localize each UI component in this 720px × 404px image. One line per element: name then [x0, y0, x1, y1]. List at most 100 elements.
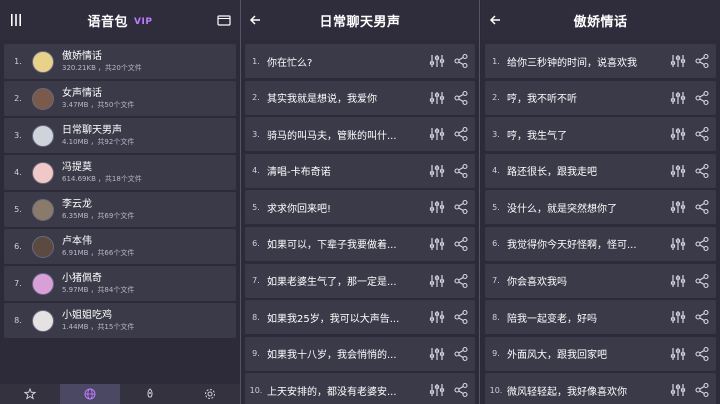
item-index: 3. — [14, 131, 22, 140]
phrase-actions — [429, 53, 469, 69]
equalizer-icon[interactable] — [429, 199, 445, 215]
equalizer-icon[interactable] — [670, 346, 686, 362]
phrase-text[interactable]: 微风轻轻起，我好像喜欢你 — [507, 383, 653, 398]
item-index: 5. — [14, 205, 22, 214]
item-info: 傲娇情话 320.21KB ，共20个文件 — [62, 50, 142, 73]
share-icon[interactable] — [694, 199, 710, 215]
equalizer-icon[interactable] — [670, 236, 686, 252]
share-icon[interactable] — [694, 346, 710, 362]
share-icon[interactable] — [453, 163, 469, 179]
item-meta: 1.44MB ，共15个文件 — [62, 322, 134, 332]
item-index: 7. — [14, 279, 22, 288]
item-meta: 6.35MB ，共69个文件 — [62, 211, 134, 221]
voice-pack-item[interactable]: 3. 日常聊天男声 4.10MB ，共92个文件 — [4, 118, 236, 153]
page-title: 语音包 VIP — [0, 11, 240, 30]
avatar — [32, 309, 54, 332]
voice-pack-item[interactable]: 1. 傲娇情话 320.21KB ，共20个文件 — [4, 44, 236, 79]
share-icon[interactable] — [453, 199, 469, 215]
share-icon[interactable] — [453, 273, 469, 289]
phrase-text[interactable]: 清唱-卡布奇诺 — [267, 163, 413, 178]
equalizer-icon[interactable] — [670, 309, 686, 325]
phrase-index: 2. — [492, 93, 500, 103]
item-info: 女声情话 3.47MB ，共50个文件 — [62, 87, 134, 110]
item-info: 李云龙 6.35MB ，共69个文件 — [62, 198, 134, 221]
voice-pack-item[interactable]: 5. 李云龙 6.35MB ，共69个文件 — [4, 192, 236, 227]
folder-icon[interactable] — [214, 10, 234, 30]
share-icon[interactable] — [453, 236, 469, 252]
phrase-text[interactable]: 我觉得你今天好怪啊，怪可... — [507, 236, 653, 251]
phrase-text[interactable]: 上天安排的，都没有老婆安... — [267, 383, 413, 398]
share-icon[interactable] — [694, 163, 710, 179]
phrase-text[interactable]: 其实我就是想说，我爱你 — [267, 90, 413, 105]
equalizer-icon[interactable] — [670, 53, 686, 69]
phrase-text[interactable]: 你会喜欢我吗 — [507, 273, 653, 288]
equalizer-icon[interactable] — [429, 126, 445, 142]
phrase-text[interactable]: 哼，我生气了 — [507, 127, 653, 142]
equalizer-icon[interactable] — [429, 163, 445, 179]
equalizer-icon[interactable] — [670, 199, 686, 215]
voice-pack-item[interactable]: 6. 卢本伟 6.91MB ，共66个文件 — [4, 229, 236, 264]
avatar — [32, 124, 54, 147]
phrase-text[interactable]: 你在忙么? — [267, 54, 413, 69]
share-icon[interactable] — [694, 53, 710, 69]
phrase-text[interactable]: 路还很长，跟我走吧 — [507, 163, 653, 178]
item-index: 2. — [14, 94, 22, 103]
share-icon[interactable] — [453, 53, 469, 69]
voice-pack-item[interactable]: 8. 小姐姐吃鸡 1.44MB ，共15个文件 — [4, 303, 236, 338]
share-icon[interactable] — [694, 90, 710, 106]
equalizer-icon[interactable] — [670, 382, 686, 398]
equalizer-icon[interactable] — [429, 309, 445, 325]
item-meta: 614.69KB ，共18个文件 — [62, 174, 142, 184]
equalizer-icon[interactable] — [429, 382, 445, 398]
item-name: 小猪佩奇 — [62, 273, 102, 284]
equalizer-icon[interactable] — [429, 273, 445, 289]
equalizer-icon[interactable] — [429, 90, 445, 106]
equalizer-icon[interactable] — [429, 346, 445, 362]
phrase-actions — [429, 309, 469, 325]
phrase-text[interactable]: 没什么，就是突然想你了 — [507, 200, 653, 215]
share-icon[interactable] — [453, 126, 469, 142]
phrase-text[interactable]: 求求你回来吧! — [267, 200, 413, 215]
share-icon[interactable] — [694, 382, 710, 398]
share-icon[interactable] — [453, 309, 469, 325]
phrase-text[interactable]: 如果我十八岁，我会悄悄的... — [267, 346, 413, 361]
phrase-text[interactable]: 如果老婆生气了，那一定是... — [267, 273, 413, 288]
phrase-pane-proud: 傲娇情话 1. 给你三秒钟的时间，说喜欢我 2. 哼，我不听不听 3. 哼，我生气了 4. 路… — [481, 0, 720, 404]
voice-pack-item[interactable]: 7. 小猪佩奇 5.97MB ，共84个文件 — [4, 266, 236, 301]
equalizer-icon[interactable] — [670, 90, 686, 106]
equalizer-icon[interactable] — [429, 236, 445, 252]
share-icon[interactable] — [453, 382, 469, 398]
phrase-text[interactable]: 如果我25岁，我可以大声告... — [267, 310, 413, 325]
phrase-row: 9. 外面风大，跟我回家吧 — [485, 336, 716, 371]
voice-pack-item[interactable]: 4. 冯提莫 614.69KB ，共18个文件 — [4, 155, 236, 190]
equalizer-icon[interactable] — [670, 163, 686, 179]
phrase-text[interactable]: 骑马的叫马夫，管账的叫什... — [267, 127, 413, 142]
phrase-text[interactable]: 陪我一起变老，好吗 — [507, 310, 653, 325]
equalizer-icon[interactable] — [429, 53, 445, 69]
phrase-text[interactable]: 给你三秒钟的时间，说喜欢我 — [507, 54, 653, 69]
share-icon[interactable] — [694, 236, 710, 252]
phrase-text[interactable]: 外面风大，跟我回家吧 — [507, 346, 653, 361]
phrase-text[interactable]: 哼，我不听不听 — [507, 90, 653, 105]
share-icon[interactable] — [694, 309, 710, 325]
phrase-text[interactable]: 如果可以，下辈子我要做着... — [267, 236, 413, 251]
phrase-index: 6. — [252, 239, 260, 249]
nav-tab[interactable] — [60, 384, 120, 404]
phrase-actions — [429, 126, 469, 142]
nav-tab[interactable] — [180, 384, 240, 404]
share-icon[interactable] — [453, 346, 469, 362]
phrase-index: 6. — [492, 239, 500, 249]
phrase-list: 1. 给你三秒钟的时间，说喜欢我 2. 哼，我不听不听 3. 哼，我生气了 4. 路还很长，跟… — [481, 44, 720, 404]
share-icon[interactable] — [694, 273, 710, 289]
voice-pack-item[interactable]: 2. 女声情话 3.47MB ，共50个文件 — [4, 81, 236, 116]
nav-tab[interactable] — [120, 384, 180, 404]
avatar — [32, 87, 54, 110]
phrase-actions — [429, 163, 469, 179]
share-icon[interactable] — [694, 126, 710, 142]
phrase-index: 2. — [252, 93, 260, 103]
equalizer-icon[interactable] — [670, 126, 686, 142]
phrase-row: 1. 给你三秒钟的时间，说喜欢我 — [485, 44, 716, 78]
share-icon[interactable] — [453, 90, 469, 106]
equalizer-icon[interactable] — [670, 273, 686, 289]
nav-tab[interactable] — [0, 384, 60, 404]
